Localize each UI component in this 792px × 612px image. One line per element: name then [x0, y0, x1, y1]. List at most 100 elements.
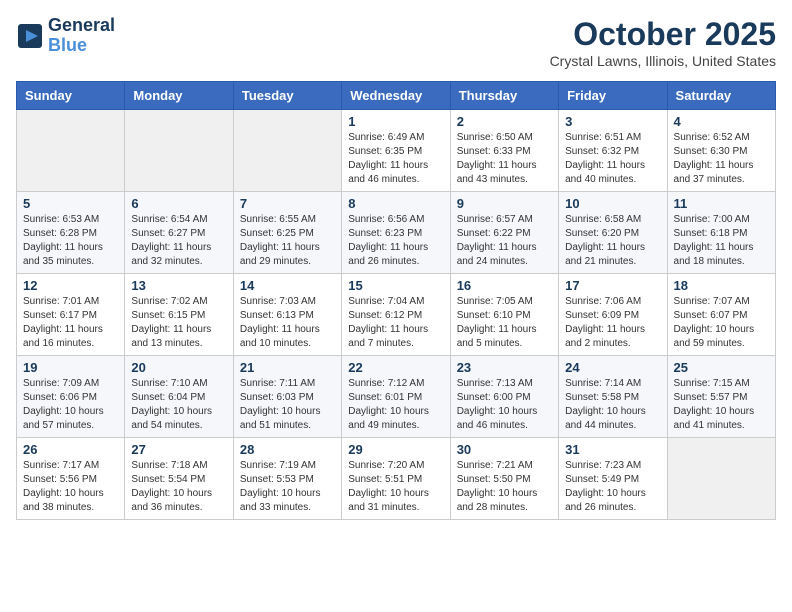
- calendar-cell: 25 Sunrise: 7:15 AM Sunset: 5:57 PM Dayli…: [667, 356, 775, 438]
- day-number: 25: [674, 360, 769, 375]
- page-header: General Blue October 2025 Crystal Lawns,…: [16, 16, 776, 69]
- calendar-week-5: 26 Sunrise: 7:17 AM Sunset: 5:56 PM Dayli…: [17, 438, 776, 520]
- day-info: Sunrise: 7:12 AM Sunset: 6:01 PM Dayligh…: [348, 377, 443, 433]
- day-number: 19: [23, 360, 118, 375]
- day-number: 7: [240, 196, 335, 211]
- calendar-cell: 15Sunrise: 7:04 AM Sunset: 6:12 PM Dayli…: [342, 274, 450, 356]
- calendar-cell: 31Sunrise: 7:23 AM Sunset: 5:49 PM Dayli…: [559, 438, 667, 520]
- day-number: 27: [131, 442, 226, 457]
- calendar-cell: 5 Sunrise: 6:53 AM Sunset: 6:28 PM Daylig…: [17, 192, 125, 274]
- day-number: 30: [457, 442, 552, 457]
- calendar-cell: 17 Sunrise: 7:06 AM Sunset: 6:09 PM Dayli…: [559, 274, 667, 356]
- calendar-cell: 9 Sunrise: 6:57 AM Sunset: 6:22 PM Daylig…: [450, 192, 558, 274]
- calendar-header-monday: Monday: [125, 82, 233, 110]
- day-number: 17: [565, 278, 660, 293]
- calendar-cell: [667, 438, 775, 520]
- day-info: Sunrise: 7:00 AM Sunset: 6:18 PM Dayligh…: [674, 213, 769, 269]
- day-info: Sunrise: 6:57 AM Sunset: 6:22 PM Dayligh…: [457, 213, 552, 269]
- calendar-header-sunday: Sunday: [17, 82, 125, 110]
- calendar-cell: 12Sunrise: 7:01 AM Sunset: 6:17 PM Dayli…: [17, 274, 125, 356]
- day-number: 24: [565, 360, 660, 375]
- day-number: 26: [23, 442, 118, 457]
- calendar-cell: 14 Sunrise: 7:03 AM Sunset: 6:13 PM Dayli…: [233, 274, 341, 356]
- day-number: 16: [457, 278, 552, 293]
- day-number: 22: [348, 360, 443, 375]
- day-info: Sunrise: 6:56 AM Sunset: 6:23 PM Dayligh…: [348, 213, 443, 269]
- calendar-cell: 3Sunrise: 6:51 AM Sunset: 6:32 PM Daylig…: [559, 110, 667, 192]
- day-number: 31: [565, 442, 660, 457]
- day-info: Sunrise: 7:18 AM Sunset: 5:54 PM Dayligh…: [131, 459, 226, 515]
- calendar-header-wednesday: Wednesday: [342, 82, 450, 110]
- calendar-header-friday: Friday: [559, 82, 667, 110]
- day-info: Sunrise: 7:03 AM Sunset: 6:13 PM Dayligh…: [240, 295, 335, 351]
- calendar-cell: 29 Sunrise: 7:20 AM Sunset: 5:51 PM Dayli…: [342, 438, 450, 520]
- day-number: 9: [457, 196, 552, 211]
- day-info: Sunrise: 6:52 AM Sunset: 6:30 PM Dayligh…: [674, 131, 769, 187]
- logo: General Blue: [16, 16, 115, 56]
- day-info: Sunrise: 6:50 AM Sunset: 6:33 PM Dayligh…: [457, 131, 552, 187]
- day-info: Sunrise: 7:17 AM Sunset: 5:56 PM Dayligh…: [23, 459, 118, 515]
- day-number: 29: [348, 442, 443, 457]
- day-info: Sunrise: 7:06 AM Sunset: 6:09 PM Dayligh…: [565, 295, 660, 351]
- day-number: 20: [131, 360, 226, 375]
- calendar-cell: 10 Sunrise: 6:58 AM Sunset: 6:20 PM Dayli…: [559, 192, 667, 274]
- day-number: 8: [348, 196, 443, 211]
- calendar-cell: 20 Sunrise: 7:10 AM Sunset: 6:04 PM Dayli…: [125, 356, 233, 438]
- day-info: Sunrise: 7:19 AM Sunset: 5:53 PM Dayligh…: [240, 459, 335, 515]
- calendar-cell: 24Sunrise: 7:14 AM Sunset: 5:58 PM Dayli…: [559, 356, 667, 438]
- calendar-cell: 6Sunrise: 6:54 AM Sunset: 6:27 PM Daylig…: [125, 192, 233, 274]
- day-number: 5: [23, 196, 118, 211]
- calendar-cell: 26 Sunrise: 7:17 AM Sunset: 5:56 PM Dayli…: [17, 438, 125, 520]
- day-number: 11: [674, 196, 769, 211]
- day-info: Sunrise: 7:01 AM Sunset: 6:17 PM Dayligh…: [23, 295, 118, 351]
- calendar-cell: 28 Sunrise: 7:19 AM Sunset: 5:53 PM Dayli…: [233, 438, 341, 520]
- calendar-week-2: 5 Sunrise: 6:53 AM Sunset: 6:28 PM Daylig…: [17, 192, 776, 274]
- day-number: 28: [240, 442, 335, 457]
- day-info: Sunrise: 7:13 AM Sunset: 6:00 PM Dayligh…: [457, 377, 552, 433]
- day-info: Sunrise: 7:10 AM Sunset: 6:04 PM Dayligh…: [131, 377, 226, 433]
- day-number: 18: [674, 278, 769, 293]
- calendar-header-row: SundayMondayTuesdayWednesdayThursdayFrid…: [17, 82, 776, 110]
- calendar-cell: 1Sunrise: 6:49 AM Sunset: 6:35 PM Daylig…: [342, 110, 450, 192]
- day-number: 10: [565, 196, 660, 211]
- day-info: Sunrise: 7:21 AM Sunset: 5:50 PM Dayligh…: [457, 459, 552, 515]
- calendar-cell: 4 Sunrise: 6:52 AM Sunset: 6:30 PM Daylig…: [667, 110, 775, 192]
- day-number: 23: [457, 360, 552, 375]
- calendar-cell: 18Sunrise: 7:07 AM Sunset: 6:07 PM Dayli…: [667, 274, 775, 356]
- day-info: Sunrise: 7:15 AM Sunset: 5:57 PM Dayligh…: [674, 377, 769, 433]
- day-info: Sunrise: 7:20 AM Sunset: 5:51 PM Dayligh…: [348, 459, 443, 515]
- day-number: 15: [348, 278, 443, 293]
- calendar-cell: [17, 110, 125, 192]
- calendar-cell: [233, 110, 341, 192]
- calendar-cell: 11 Sunrise: 7:00 AM Sunset: 6:18 PM Dayli…: [667, 192, 775, 274]
- calendar-cell: 22 Sunrise: 7:12 AM Sunset: 6:01 PM Dayli…: [342, 356, 450, 438]
- calendar-cell: 27 Sunrise: 7:18 AM Sunset: 5:54 PM Dayli…: [125, 438, 233, 520]
- day-info: Sunrise: 6:58 AM Sunset: 6:20 PM Dayligh…: [565, 213, 660, 269]
- calendar-week-3: 12Sunrise: 7:01 AM Sunset: 6:17 PM Dayli…: [17, 274, 776, 356]
- calendar-cell: 8 Sunrise: 6:56 AM Sunset: 6:23 PM Daylig…: [342, 192, 450, 274]
- logo-icon: [16, 22, 44, 50]
- day-number: 14: [240, 278, 335, 293]
- calendar-cell: 7Sunrise: 6:55 AM Sunset: 6:25 PM Daylig…: [233, 192, 341, 274]
- calendar-cell: 23 Sunrise: 7:13 AM Sunset: 6:00 PM Dayli…: [450, 356, 558, 438]
- month-title: October 2025: [550, 16, 776, 53]
- day-number: 6: [131, 196, 226, 211]
- day-info: Sunrise: 7:02 AM Sunset: 6:15 PM Dayligh…: [131, 295, 226, 351]
- day-number: 1: [348, 114, 443, 129]
- calendar-cell: [125, 110, 233, 192]
- day-number: 21: [240, 360, 335, 375]
- day-number: 13: [131, 278, 226, 293]
- day-info: Sunrise: 7:09 AM Sunset: 6:06 PM Dayligh…: [23, 377, 118, 433]
- day-info: Sunrise: 7:05 AM Sunset: 6:10 PM Dayligh…: [457, 295, 552, 351]
- calendar-header-saturday: Saturday: [667, 82, 775, 110]
- day-info: Sunrise: 7:11 AM Sunset: 6:03 PM Dayligh…: [240, 377, 335, 433]
- day-number: 4: [674, 114, 769, 129]
- logo-line1: General: [48, 16, 115, 36]
- calendar-table: SundayMondayTuesdayWednesdayThursdayFrid…: [16, 81, 776, 520]
- title-area: October 2025 Crystal Lawns, Illinois, Un…: [550, 16, 776, 69]
- calendar-cell: 19 Sunrise: 7:09 AM Sunset: 6:06 PM Dayli…: [17, 356, 125, 438]
- day-info: Sunrise: 6:53 AM Sunset: 6:28 PM Dayligh…: [23, 213, 118, 269]
- calendar-cell: 30 Sunrise: 7:21 AM Sunset: 5:50 PM Dayli…: [450, 438, 558, 520]
- day-info: Sunrise: 6:51 AM Sunset: 6:32 PM Dayligh…: [565, 131, 660, 187]
- location: Crystal Lawns, Illinois, United States: [550, 53, 776, 69]
